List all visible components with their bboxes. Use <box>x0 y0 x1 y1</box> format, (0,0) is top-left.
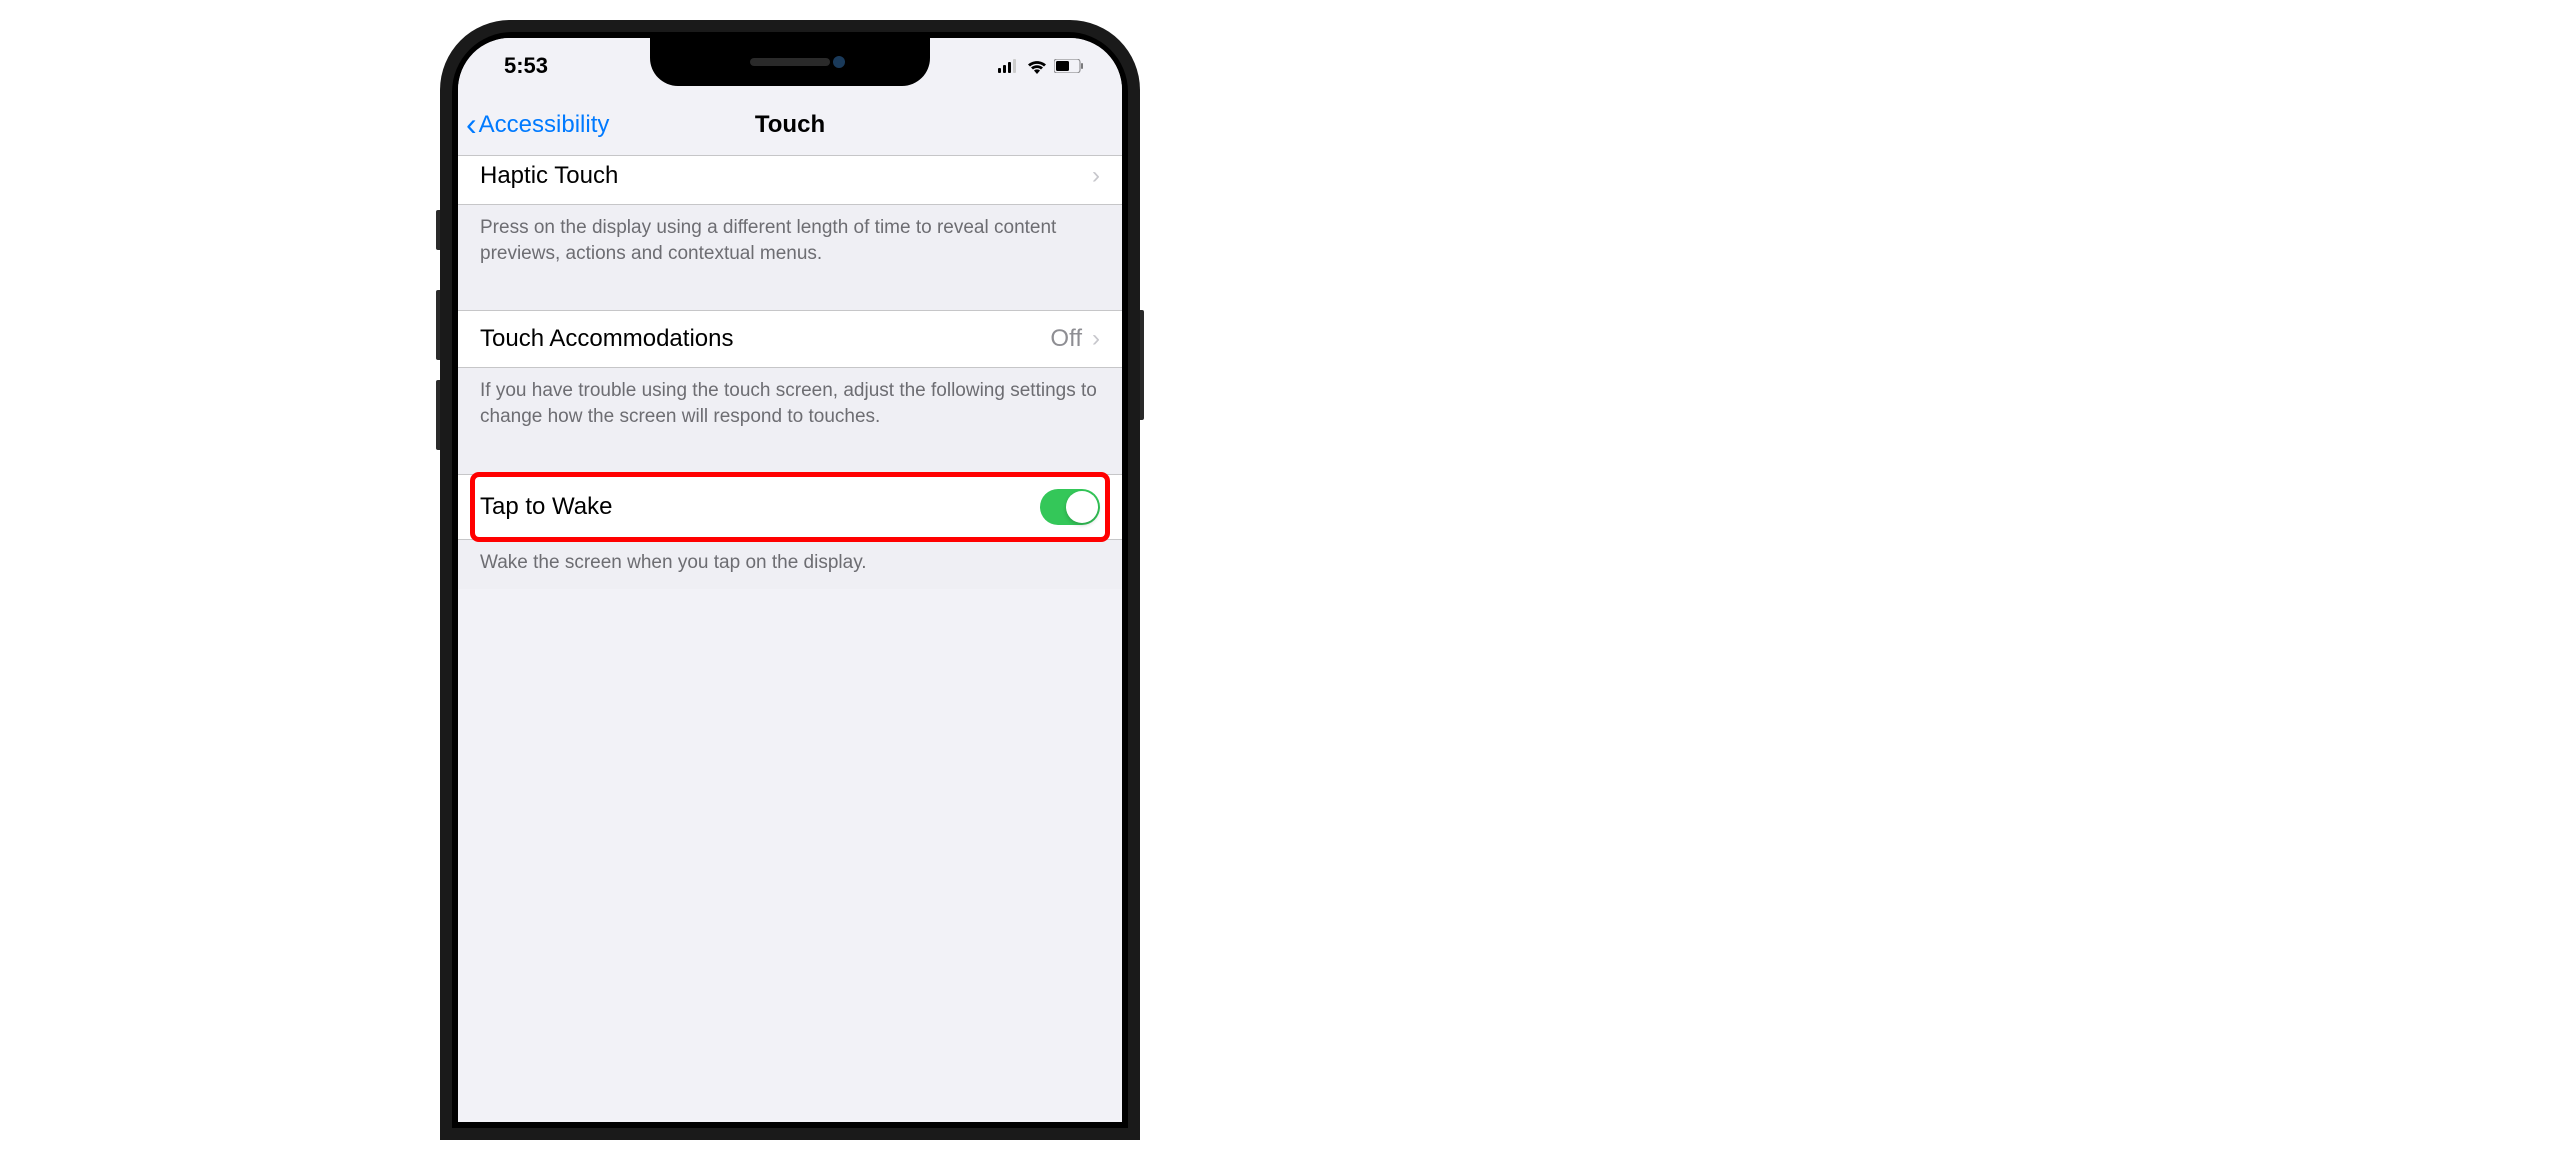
settings-content: Haptic Touch › Press on the display usin… <box>458 156 1122 589</box>
back-label: Accessibility <box>479 111 610 139</box>
earpiece-speaker <box>750 58 830 66</box>
status-time: 5:53 <box>490 53 548 79</box>
cellular-signal-icon <box>998 59 1020 73</box>
tap-to-wake-footer: Wake the screen when you tap on the disp… <box>458 540 1122 590</box>
touch-accommodations-value: Off <box>1050 325 1082 353</box>
wifi-icon <box>1026 58 1048 74</box>
tap-to-wake-row[interactable]: Tap to Wake <box>458 474 1122 540</box>
phone-device-frame: 5:53 ‹ Accessibility <box>440 20 1140 1140</box>
toggle-knob <box>1066 491 1098 523</box>
phone-screen: 5:53 ‹ Accessibility <box>458 38 1122 1122</box>
side-button <box>1140 310 1144 420</box>
haptic-touch-row[interactable]: Haptic Touch › <box>458 156 1122 205</box>
haptic-touch-footer: Press on the display using a different l… <box>458 205 1122 280</box>
navigation-bar: ‹ Accessibility Touch <box>458 94 1122 156</box>
volume-up-button <box>436 290 440 360</box>
chevron-right-icon: › <box>1092 162 1100 190</box>
notch <box>650 38 930 86</box>
tap-to-wake-toggle[interactable] <box>1040 489 1100 525</box>
page-title: Touch <box>755 111 825 139</box>
status-icons <box>998 58 1090 74</box>
touch-accommodations-footer: If you have trouble using the touch scre… <box>458 368 1122 443</box>
battery-icon <box>1054 59 1084 73</box>
back-button[interactable]: ‹ Accessibility <box>466 106 609 143</box>
haptic-touch-label: Haptic Touch <box>480 162 618 190</box>
volume-down-button <box>436 380 440 450</box>
chevron-right-icon: › <box>1092 325 1100 353</box>
touch-accommodations-label: Touch Accommodations <box>480 325 733 353</box>
silent-switch <box>436 210 440 250</box>
front-camera <box>833 56 845 68</box>
chevron-left-icon: ‹ <box>466 106 477 143</box>
tap-to-wake-label: Tap to Wake <box>480 493 613 521</box>
touch-accommodations-row[interactable]: Touch Accommodations Off › <box>458 310 1122 368</box>
